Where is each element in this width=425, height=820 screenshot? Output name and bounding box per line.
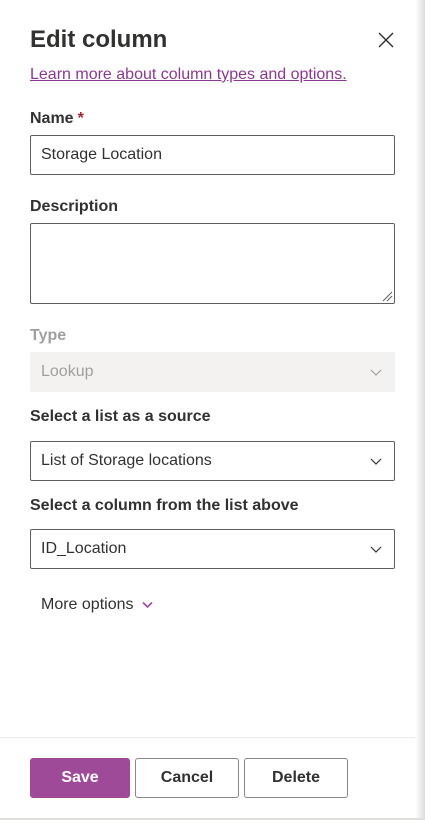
source-list-dropdown[interactable]: List of Storage locations [30, 441, 395, 481]
edit-column-panel: Edit column Learn more about column type… [0, 0, 425, 820]
chevron-down-icon [141, 601, 153, 609]
source-list-dropdown-value: List of Storage locations [41, 452, 212, 469]
cancel-button[interactable]: Cancel [135, 758, 239, 798]
name-label-text: Name [30, 110, 74, 127]
close-icon [378, 32, 394, 48]
save-button[interactable]: Save [30, 758, 130, 798]
learn-more-link[interactable]: Learn more about column types and option… [30, 66, 347, 84]
required-mark: * [77, 110, 84, 127]
panel-header: Edit column [30, 24, 396, 60]
chevron-down-icon [370, 546, 382, 553]
more-options-label: More options [41, 596, 134, 613]
name-label: Name * [30, 108, 84, 130]
source-column-label: Select a column from the list above [30, 497, 299, 514]
description-textarea[interactable] [30, 223, 395, 304]
source-list-label: Select a list as a source [30, 408, 211, 425]
chevron-down-icon [370, 369, 382, 376]
name-input[interactable] [30, 135, 395, 175]
source-column-dropdown[interactable]: ID_Location [30, 529, 395, 569]
type-label: Type [30, 327, 67, 344]
description-label: Description [30, 198, 119, 215]
source-column-dropdown-value: ID_Location [41, 540, 127, 557]
chevron-down-icon [370, 458, 382, 465]
close-button[interactable] [376, 30, 396, 50]
panel-edge-shadow [415, 0, 425, 820]
panel-title: Edit column [30, 26, 168, 53]
type-dropdown: Lookup [30, 352, 395, 392]
resize-grip-icon[interactable] [381, 289, 393, 302]
type-dropdown-value: Lookup [41, 363, 94, 380]
delete-button[interactable]: Delete [244, 758, 348, 798]
footer-divider [0, 737, 415, 738]
more-options-button[interactable]: More options [41, 596, 153, 614]
